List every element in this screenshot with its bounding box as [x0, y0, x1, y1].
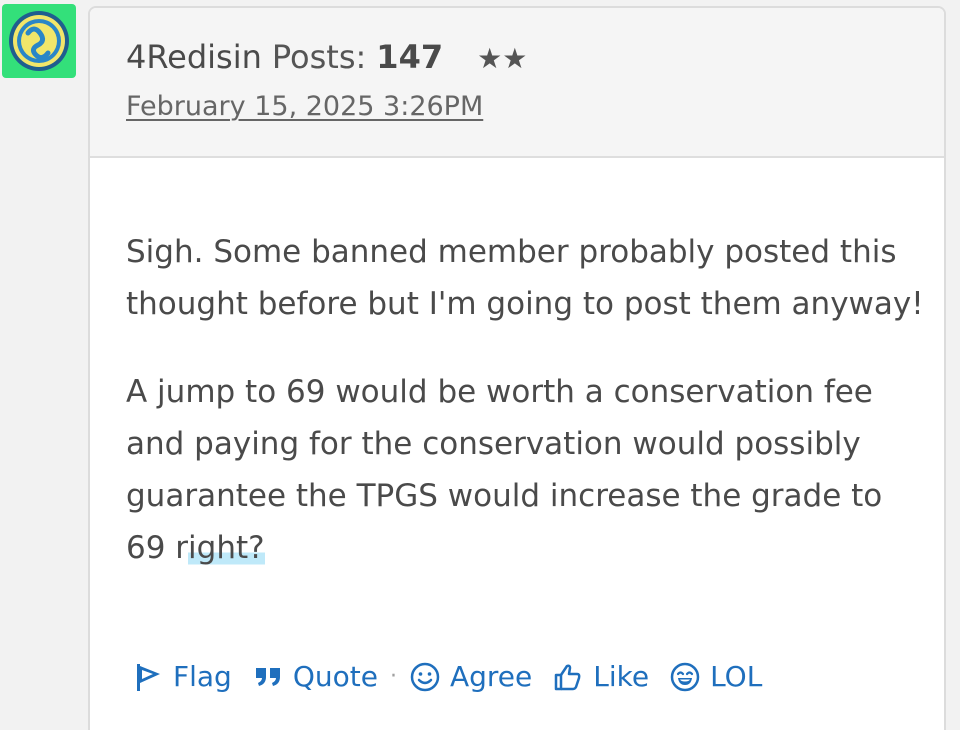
post-paragraph: Sigh. Some banned member probably posted… — [126, 234, 924, 322]
lol-button[interactable]: LOL — [669, 660, 762, 693]
flag-label: Flag — [173, 660, 232, 693]
rank-stars-icon: ★★ — [477, 42, 528, 75]
laugh-icon — [669, 661, 701, 693]
author-name[interactable]: 4Redisin — [126, 38, 262, 76]
agree-label: Agree — [449, 660, 533, 693]
flag-button[interactable]: Flag — [132, 660, 232, 693]
post-header: 4Redisin Posts: 147 ★★ February 15, 2025… — [90, 8, 944, 158]
avatar[interactable] — [2, 4, 76, 78]
like-button[interactable]: Like — [552, 660, 649, 693]
post-card: 4Redisin Posts: 147 ★★ February 15, 2025… — [88, 6, 946, 730]
smile-icon — [409, 661, 441, 693]
quote-icon — [252, 661, 284, 693]
reaction-bar: Flag Quote · Agree Like LOL — [132, 660, 762, 693]
post-date-link[interactable]: February 15, 2025 3:26PM — [126, 91, 483, 122]
quote-button[interactable]: Quote — [252, 660, 378, 693]
like-label: Like — [593, 660, 650, 693]
highlighted-text: ight? — [188, 530, 265, 566]
post-body: Sigh. Some banned member probably posted… — [126, 226, 926, 610]
thumbs-up-icon — [552, 661, 584, 693]
lol-label: LOL — [710, 660, 763, 693]
posts-count: 147 — [376, 38, 444, 76]
post-meta: 4Redisin Posts: 147 ★★ — [126, 38, 527, 76]
flag-icon — [132, 661, 164, 693]
posts-label: Posts: — [271, 38, 367, 76]
avatar-icon — [9, 11, 69, 71]
quote-label: Quote — [292, 660, 378, 693]
forum-page: 4Redisin Posts: 147 ★★ February 15, 2025… — [0, 0, 960, 730]
reaction-separator: · — [389, 664, 397, 689]
agree-button[interactable]: Agree — [409, 660, 532, 693]
post-paragraph: A jump to 69 would be worth a conservati… — [126, 366, 926, 574]
